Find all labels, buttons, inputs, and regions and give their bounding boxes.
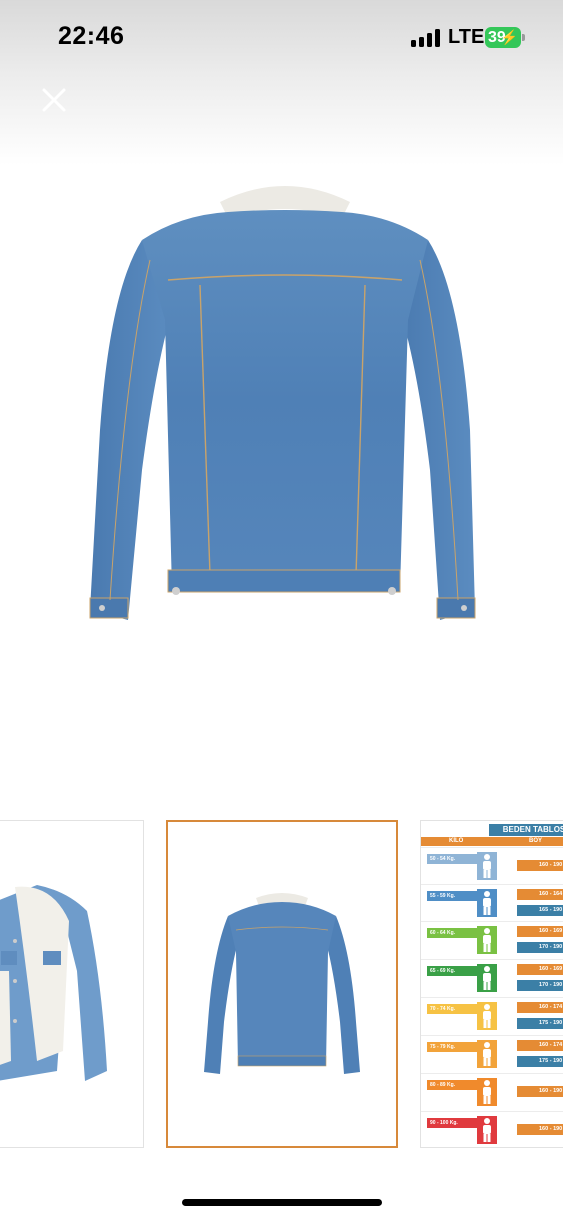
body-figure-icon — [477, 926, 497, 954]
size-chart-row: 75 - 79 Kg. 160 - 174 175 - 190 — [421, 1035, 563, 1071]
size-chart-header: KİLO BOY — [421, 837, 563, 846]
height-range: 175 - 190 — [517, 1018, 563, 1029]
battery-icon: 39 ⚡ — [485, 27, 521, 48]
body-figure-icon — [477, 1002, 497, 1030]
size-chart-row: 55 - 59 Kg. 160 - 164 165 - 190 — [421, 884, 563, 920]
network-type: LTE — [448, 26, 485, 48]
height-range: 175 - 190 — [517, 1056, 563, 1067]
kilo-range: 50 - 54 Kg. — [427, 854, 479, 864]
charging-bolt-icon: ⚡ — [500, 29, 518, 45]
size-chart-title: BEDEN TABLOS — [489, 824, 563, 836]
height-range: 170 - 190 — [517, 942, 563, 953]
body-figure-icon — [477, 1078, 497, 1106]
jacket-back-image — [89, 186, 476, 620]
height-range: 160 - 174 — [517, 1040, 563, 1051]
height-range: 160 - 164 — [517, 889, 563, 900]
height-range: 160 - 169 — [517, 964, 563, 975]
kilo-range: 70 - 74 Kg. — [427, 1004, 479, 1014]
kilo-range: 75 - 79 Kg. — [427, 1042, 479, 1052]
kilo-range: 65 - 69 Kg. — [427, 966, 479, 976]
jacket-front-image — [0, 885, 107, 1081]
kilo-range: 80 - 89 Kg. — [427, 1080, 479, 1090]
thumbnail-size-chart[interactable]: BEDEN TABLOS KİLO BOY 50 - 54 Kg. 160 - 1… — [420, 820, 563, 1148]
close-icon — [42, 88, 66, 112]
status-bar: 22:46 LTE 39 ⚡ — [0, 0, 563, 78]
kilo-range: 60 - 64 Kg. — [427, 928, 479, 938]
home-indicator[interactable] — [182, 1199, 382, 1206]
main-product-image[interactable] — [80, 170, 490, 640]
height-range: 160 - 174 — [517, 1002, 563, 1013]
cellular-signal-icon — [411, 29, 441, 47]
height-range: 160 - 169 — [517, 926, 563, 937]
body-figure-icon — [477, 1116, 497, 1144]
close-button[interactable] — [40, 86, 68, 114]
height-range: 160 - 190 cm — [517, 1086, 563, 1105]
height-range: 160 - 190 cm — [517, 1124, 563, 1143]
kilo-range: 55 - 59 Kg. — [427, 891, 479, 901]
size-chart-row: 50 - 54 Kg. 160 - 190 — [421, 847, 563, 883]
height-range: 170 - 190 — [517, 980, 563, 991]
battery-cap — [522, 34, 525, 41]
size-chart-row: 90 - 100 Kg. 160 - 190 cm — [421, 1111, 563, 1147]
size-chart-row: 65 - 69 Kg. 160 - 169 170 - 190 — [421, 959, 563, 995]
body-figure-icon — [477, 889, 497, 917]
body-figure-icon — [477, 964, 497, 992]
size-chart-row: 60 - 64 Kg. 160 - 169 170 - 190 — [421, 921, 563, 957]
kilo-header: KİLO — [449, 838, 464, 844]
height-range: 165 - 190 — [517, 905, 563, 916]
body-figure-icon — [477, 1040, 497, 1068]
body-figure-icon — [477, 852, 497, 880]
size-chart-row: 70 - 74 Kg. 160 - 174 175 - 190 — [421, 997, 563, 1033]
status-time: 22:46 — [58, 22, 125, 50]
height-range: 160 - 190 — [517, 860, 563, 871]
boy-header: BOY — [529, 838, 543, 844]
jacket-back-thumb-image — [204, 893, 360, 1074]
thumbnail-back-view[interactable] — [166, 820, 398, 1148]
size-chart-row: 80 - 89 Kg. 160 - 190 cm — [421, 1073, 563, 1109]
thumbnail-front-view[interactable] — [0, 820, 144, 1148]
kilo-range: 90 - 100 Kg. — [427, 1118, 479, 1128]
